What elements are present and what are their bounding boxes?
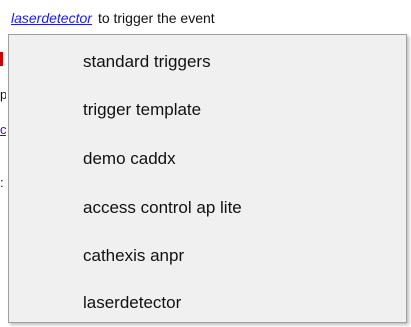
- background-fragment-text: p: [0, 88, 6, 102]
- background-fragment-link: c: [0, 123, 6, 137]
- page: laserdetector to trigger the event p c : …: [0, 0, 411, 327]
- background-fragment-red: [0, 52, 6, 68]
- menu-item-access-control-ap-lite[interactable]: access control ap lite: [83, 194, 242, 222]
- background-fragment-colon: :: [0, 176, 4, 190]
- trigger-dropdown-menu: standard triggers trigger template demo …: [8, 34, 407, 323]
- menu-item-trigger-template[interactable]: trigger template: [83, 96, 201, 124]
- menu-item-laserdetector[interactable]: laserdetector: [83, 289, 181, 317]
- trigger-instruction-text: to trigger the event: [97, 10, 215, 26]
- trigger-instruction: laserdetector to trigger the event: [11, 10, 215, 26]
- menu-item-cathexis-anpr[interactable]: cathexis anpr: [83, 242, 184, 270]
- trigger-link[interactable]: laserdetector: [11, 10, 92, 26]
- menu-item-demo-caddx[interactable]: demo caddx: [83, 145, 176, 173]
- menu-item-standard-triggers[interactable]: standard triggers: [83, 48, 211, 76]
